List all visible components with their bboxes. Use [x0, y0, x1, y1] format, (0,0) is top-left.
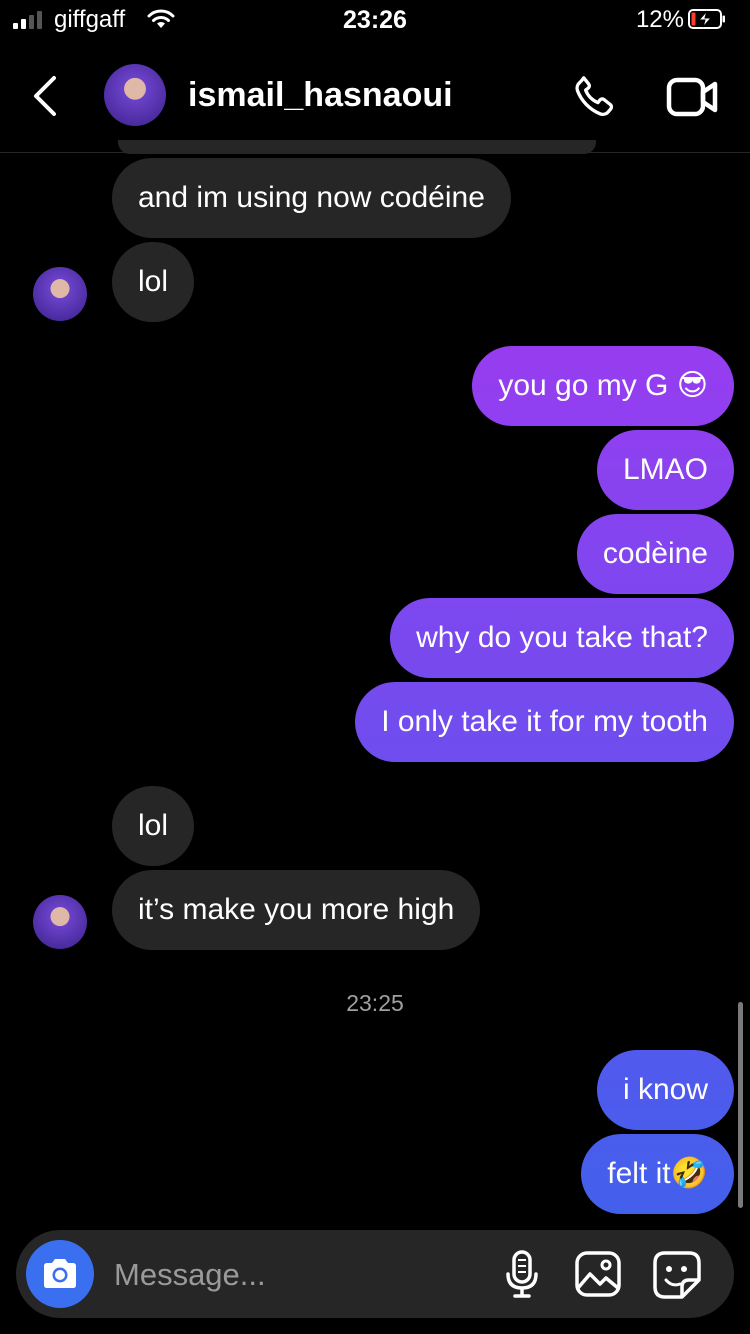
chat-username[interactable]: ismail_hasnaoui — [188, 76, 453, 115]
status-bar: giffgaff 23:26 12% — [0, 0, 750, 40]
outgoing-message[interactable]: LMAO — [596, 430, 734, 510]
sticker-icon[interactable] — [652, 1250, 702, 1300]
message-timestamp: 23:25 — [346, 990, 404, 1016]
message-input[interactable] — [112, 1252, 476, 1298]
video-camera-icon[interactable] — [666, 74, 720, 120]
sender-avatar[interactable] — [33, 267, 87, 321]
outgoing-message[interactable]: you go my G 😎 — [472, 346, 734, 426]
battery-charging-icon — [688, 9, 725, 29]
outgoing-message[interactable]: why do you take that? — [390, 598, 734, 678]
outgoing-message[interactable]: I only take it for my tooth — [355, 682, 734, 762]
back-chevron-icon[interactable] — [30, 74, 60, 118]
outgoing-message[interactable]: i know — [596, 1050, 734, 1130]
outgoing-message[interactable]: codèine — [576, 514, 734, 594]
previous-bubble-edge — [118, 140, 596, 154]
sender-avatar[interactable] — [33, 895, 87, 949]
chat-header: ismail_hasnaoui — [0, 40, 750, 153]
scrollbar[interactable] — [738, 1002, 743, 1208]
incoming-message[interactable]: lol — [112, 242, 195, 322]
incoming-message[interactable]: lol — [112, 786, 195, 866]
profile-avatar[interactable] — [104, 64, 166, 126]
microphone-icon[interactable] — [504, 1250, 540, 1300]
incoming-message[interactable]: it’s make you more high — [112, 870, 481, 950]
message-composer — [16, 1230, 734, 1318]
camera-button[interactable] — [26, 1240, 94, 1308]
battery-percent: 12% — [635, 6, 684, 33]
incoming-message[interactable]: and im using now codéine — [112, 158, 511, 238]
camera-icon — [44, 1259, 76, 1288]
outgoing-message[interactable]: felt it🤣 — [581, 1134, 734, 1214]
gallery-icon[interactable] — [574, 1250, 622, 1298]
phone-icon[interactable] — [570, 72, 620, 122]
